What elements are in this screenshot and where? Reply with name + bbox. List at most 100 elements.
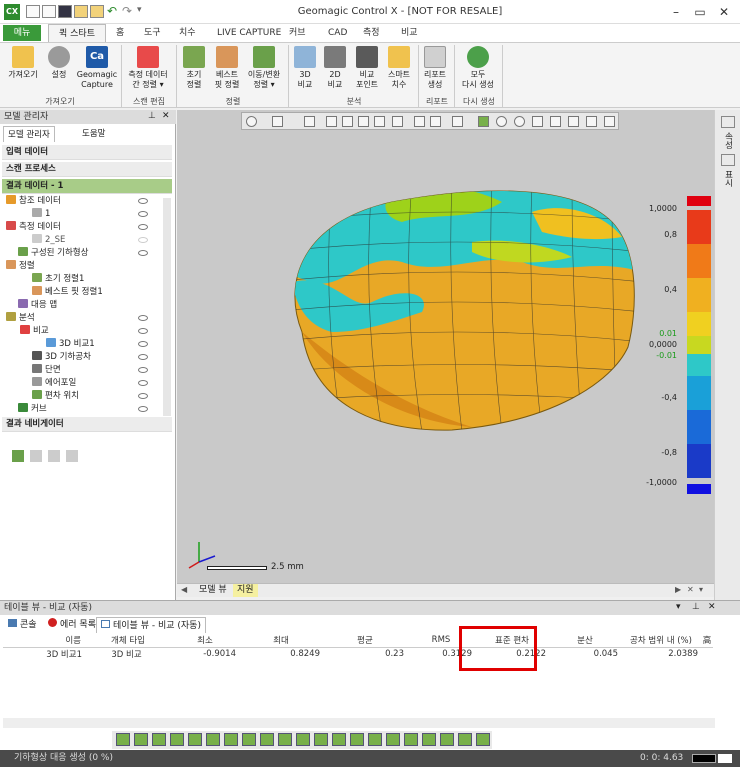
eye-icon[interactable]: [138, 198, 148, 204]
view-icon[interactable]: [246, 116, 257, 127]
eye-icon[interactable]: [138, 354, 148, 360]
tab-model-manager[interactable]: 모델 관리자: [3, 126, 55, 142]
select-freehand-icon[interactable]: [550, 116, 561, 127]
tab-live-capture[interactable]: LIVE CAPTURE: [211, 24, 287, 42]
eye-icon[interactable]: [138, 393, 148, 399]
tab-error-list[interactable]: 에러 목록: [44, 617, 100, 633]
compare-2d-button[interactable]: 2D 비교: [322, 46, 348, 90]
undo-icon[interactable]: ↶: [107, 4, 117, 18]
view-left-icon[interactable]: [358, 116, 369, 127]
filter-icon[interactable]: [116, 733, 130, 746]
select-poly-icon[interactable]: [532, 116, 543, 127]
tree-item-3d-gdt[interactable]: 3D 기하공차: [32, 351, 91, 364]
grid-icon[interactable]: [414, 116, 425, 127]
tab-help[interactable]: 도움말: [78, 126, 109, 142]
col-header-avg[interactable]: 평균: [323, 634, 407, 648]
display-icon[interactable]: [721, 154, 735, 166]
eye-icon[interactable]: [138, 380, 148, 386]
eye-icon[interactable]: [138, 367, 148, 373]
redo-icon[interactable]: ↷: [122, 4, 132, 18]
scan-align-button[interactable]: 측정 데이터 간 정렬 ▾: [124, 46, 172, 90]
nav-icon[interactable]: [30, 450, 42, 462]
view-front-icon[interactable]: [326, 116, 337, 127]
maximize-button[interactable]: ▭: [688, 2, 712, 22]
initial-align-button[interactable]: 초기 정렬: [180, 46, 208, 90]
view-right-icon[interactable]: [374, 116, 385, 127]
tree-item-curve[interactable]: 커브: [18, 403, 47, 416]
filter-icon[interactable]: [386, 733, 400, 746]
filter-icon[interactable]: [314, 733, 328, 746]
close-panel-icon[interactable]: ✕: [162, 111, 170, 121]
eye-icon[interactable]: [138, 211, 148, 217]
tab-tools[interactable]: 도구: [138, 24, 167, 42]
tab-model-view[interactable]: 모델 뷰: [195, 584, 231, 597]
transform-align-button[interactable]: 이동/변환 정렬 ▾: [246, 46, 282, 90]
tree-item-alignment[interactable]: 정렬: [6, 260, 35, 273]
eye-icon[interactable]: [138, 315, 148, 321]
best-fit-align-button[interactable]: 베스트 핏 정렬: [210, 46, 244, 90]
select-circle-icon[interactable]: [496, 116, 507, 127]
col-header-in-tol[interactable]: 공차 범위 내 (%): [621, 634, 701, 648]
tree-item-3d-compare-1[interactable]: 3D 비교1: [46, 338, 95, 351]
panel-menu-icon[interactable]: ▾: [676, 602, 681, 612]
report-button[interactable]: 리포트 생성: [420, 46, 450, 90]
import-button[interactable]: 가져오기: [6, 46, 40, 80]
table-row[interactable]: 3D 비교1 3D 비교 -0.9014 0.8249 0.23 0.3129 …: [3, 647, 713, 660]
filter-icon[interactable]: [404, 733, 418, 746]
section-scan-process[interactable]: 스캔 프로세스: [2, 162, 172, 177]
properties-icon[interactable]: [721, 116, 735, 128]
tree-scrollbar[interactable]: [163, 198, 171, 416]
view-iso-icon[interactable]: [392, 116, 403, 127]
tree-item-initial-align[interactable]: 초기 정렬1: [32, 273, 84, 286]
deviation-color-map-model[interactable]: [272, 182, 642, 432]
section-result-navigator[interactable]: 결과 네비게이터: [2, 417, 172, 432]
tab-cad[interactable]: CAD: [322, 24, 353, 42]
tab-scroll-left-icon[interactable]: ◀: [181, 585, 187, 594]
tree-item-deviation-location[interactable]: 편차 위치: [32, 390, 79, 403]
tab-support[interactable]: 지원: [233, 584, 258, 597]
col-header-variance[interactable]: 분산: [549, 634, 621, 648]
select-extend-icon[interactable]: [586, 116, 597, 127]
select-all-icon[interactable]: [604, 116, 615, 127]
filter-icon[interactable]: [440, 733, 454, 746]
open-file-icon[interactable]: [42, 5, 56, 18]
col-header-name[interactable]: 이름: [3, 634, 85, 648]
select-circle-icon[interactable]: [514, 116, 525, 127]
nav-icon[interactable]: [12, 450, 24, 462]
tab-home[interactable]: 홈: [110, 24, 130, 42]
filter-icon[interactable]: [458, 733, 472, 746]
col-header-min[interactable]: 최소: [171, 634, 239, 648]
filter-icon[interactable]: [152, 733, 166, 746]
nav-icon[interactable]: [48, 450, 60, 462]
3d-viewport[interactable]: 1,0000 0,8 0,4 0.01 0,0000 -0.01 -0,4 -0…: [177, 110, 714, 583]
tree-item-measured[interactable]: 측정 데이터: [6, 221, 61, 234]
new-file-icon[interactable]: [26, 5, 40, 18]
pin-icon[interactable]: ⊥: [148, 111, 156, 121]
eye-icon[interactable]: [138, 328, 148, 334]
menu-button[interactable]: 메뉴: [3, 25, 41, 41]
filter-icon[interactable]: [296, 733, 310, 746]
folder-open-icon[interactable]: [90, 5, 104, 18]
eye-icon[interactable]: [138, 224, 148, 230]
filter-icon[interactable]: [368, 733, 382, 746]
pin-icon[interactable]: ⊥: [692, 602, 700, 612]
tab-close-icon[interactable]: ✕: [687, 585, 694, 594]
tree-item-constructed-geometry[interactable]: 구성된 기하형상: [18, 247, 88, 260]
filter-icon[interactable]: [332, 733, 346, 746]
filter-icon[interactable]: [260, 733, 274, 746]
section-input-data[interactable]: 입력 데이터: [2, 145, 172, 160]
grid-icon[interactable]: [430, 116, 441, 127]
cube-icon[interactable]: [272, 116, 283, 127]
filter-icon[interactable]: [278, 733, 292, 746]
filter-icon[interactable]: [188, 733, 202, 746]
horizontal-scrollbar[interactable]: [3, 718, 715, 728]
filter-icon[interactable]: [476, 733, 490, 746]
nav-icon[interactable]: [66, 450, 78, 462]
compare-point-button[interactable]: 비교 포인트: [352, 46, 382, 90]
save-icon[interactable]: [58, 5, 72, 18]
tab-display[interactable]: 표시: [722, 170, 734, 187]
col-header-type[interactable]: 개체 타입: [85, 634, 171, 648]
filter-icon[interactable]: [170, 733, 184, 746]
quick-access-dropdown-icon[interactable]: ▾: [137, 5, 142, 15]
eye-icon[interactable]: [138, 341, 148, 347]
